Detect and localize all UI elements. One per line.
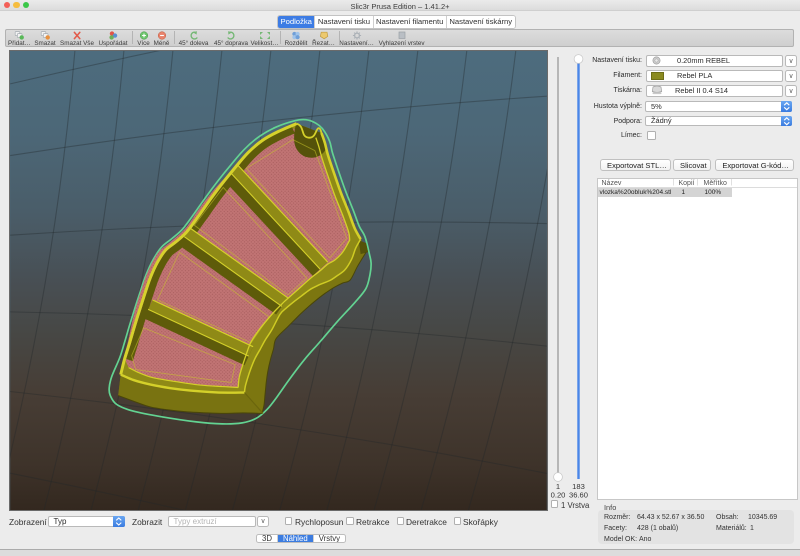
svg-text:36.60: 36.60: [569, 491, 588, 500]
svg-text:0.20: 0.20: [551, 491, 566, 500]
